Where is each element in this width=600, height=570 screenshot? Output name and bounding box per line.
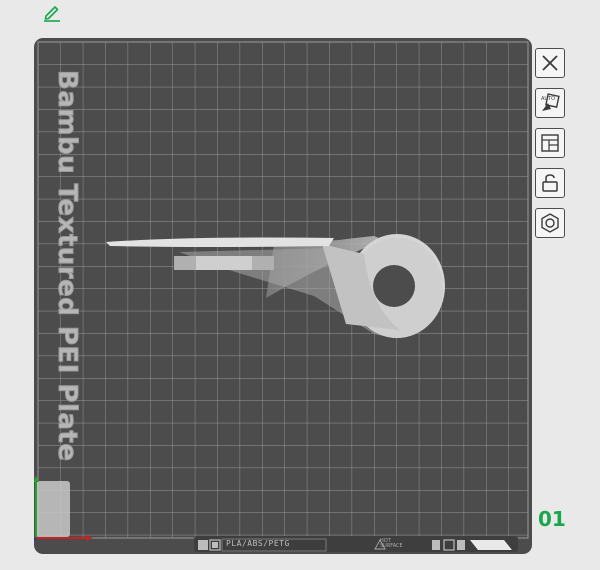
plate-type-label-text: Bambu Textured PEI Plate [52, 70, 83, 463]
auto-orient-button[interactable]: AUTO [535, 88, 565, 118]
x-icon [542, 55, 558, 71]
hot-surface-line2: SURFACE [380, 543, 403, 549]
hot-surface-warning: HOT SURFACE [380, 539, 403, 549]
auto-orient-icon: AUTO [541, 93, 560, 111]
build-plate[interactable] [34, 38, 532, 554]
arrange-button[interactable] [535, 128, 565, 158]
plate-number: 01 [538, 507, 566, 531]
unlock-icon [542, 174, 558, 192]
filament-types: PLA/ABS/PETG [226, 539, 290, 548]
hex-nut-icon [541, 213, 559, 233]
edit-icon[interactable] [42, 2, 62, 22]
arrange-icon [541, 134, 559, 152]
svg-text:AUTO: AUTO [541, 96, 555, 102]
close-button[interactable] [535, 48, 565, 78]
plate-settings-button[interactable] [535, 208, 565, 238]
plate-type-label: Bambu Textured PEI Plate [36, 70, 86, 463]
lock-button[interactable] [535, 168, 565, 198]
